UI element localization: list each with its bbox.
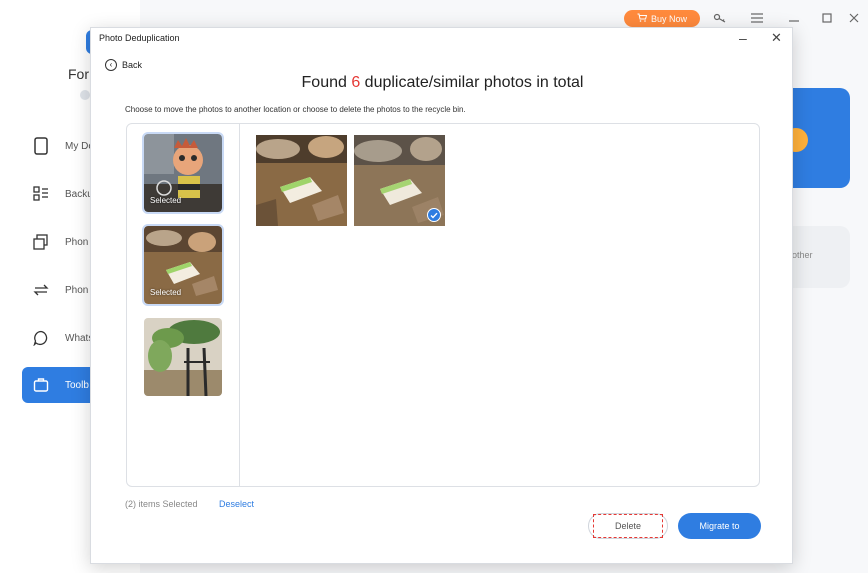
card-graphic (792, 128, 808, 152)
back-label: Back (122, 60, 143, 70)
sidebar-item-label: Phon (65, 284, 89, 296)
group-thumbnail[interactable]: Selected (142, 132, 224, 214)
duplicate-photo[interactable] (354, 135, 445, 226)
chat-icon (32, 329, 50, 347)
dialog-close-button[interactable]: ✕ (771, 30, 782, 46)
duplicate-photo-grid (240, 124, 759, 486)
backup-icon (32, 185, 50, 203)
buy-now-button[interactable]: Buy Now (624, 10, 700, 27)
sidebar-item-label: Backu (65, 188, 93, 200)
toolbox-icon (32, 376, 50, 394)
dialog-title: Photo Deduplication (99, 33, 180, 43)
feature-card-secondary: other (792, 226, 850, 288)
buy-now-label: Buy Now (650, 13, 687, 24)
close-icon[interactable] (846, 10, 862, 26)
minimize-icon[interactable] (786, 10, 802, 26)
highlight-box (593, 514, 663, 538)
feature-card (792, 88, 850, 188)
photo-panel: Selected Selected (126, 123, 760, 487)
delete-button-wrap: Delete (588, 513, 668, 539)
checked-icon[interactable] (427, 208, 441, 222)
found-prefix: Found (301, 74, 352, 91)
app-brand: For (68, 66, 89, 82)
result-heading: Found 6 duplicate/similar photos in tota… (91, 74, 794, 92)
maximize-icon[interactable] (819, 10, 835, 26)
card-text: other (792, 250, 813, 260)
deselect-link[interactable]: Deselect (219, 499, 254, 509)
group-thumbnail[interactable]: Selected (142, 224, 224, 306)
group-selected-label: Selected (150, 288, 182, 297)
phone-icon (32, 137, 50, 155)
found-suffix: duplicate/similar photos in total (360, 74, 584, 91)
duplicate-photo[interactable] (256, 135, 347, 226)
dialog-minimize-button[interactable]: – (739, 30, 747, 46)
group-selected-label: Selected (150, 196, 182, 205)
brand-dot (80, 90, 90, 100)
sidebar-item-label: Phon (65, 236, 89, 248)
menu-icon[interactable] (749, 10, 765, 26)
back-button[interactable]: ‹ Back (105, 59, 142, 71)
group-list: Selected Selected (127, 124, 240, 486)
copy-icon (32, 233, 50, 251)
key-icon[interactable] (712, 10, 728, 26)
back-arrow-icon: ‹ (105, 59, 117, 71)
found-count: 6 (351, 74, 361, 91)
sidebar-item-label: Toolb (65, 379, 89, 391)
transfer-icon (32, 281, 50, 299)
items-selected-count: (2) items Selected (125, 499, 198, 509)
group-thumbnail[interactable] (144, 318, 222, 396)
photo-deduplication-dialog: Photo Deduplication – ✕ ‹ Back Found 6 d… (90, 27, 793, 564)
cart-icon (637, 13, 648, 24)
migrate-to-button[interactable]: Migrate to (678, 513, 761, 539)
instruction-text: Choose to move the photos to another loc… (125, 105, 466, 114)
